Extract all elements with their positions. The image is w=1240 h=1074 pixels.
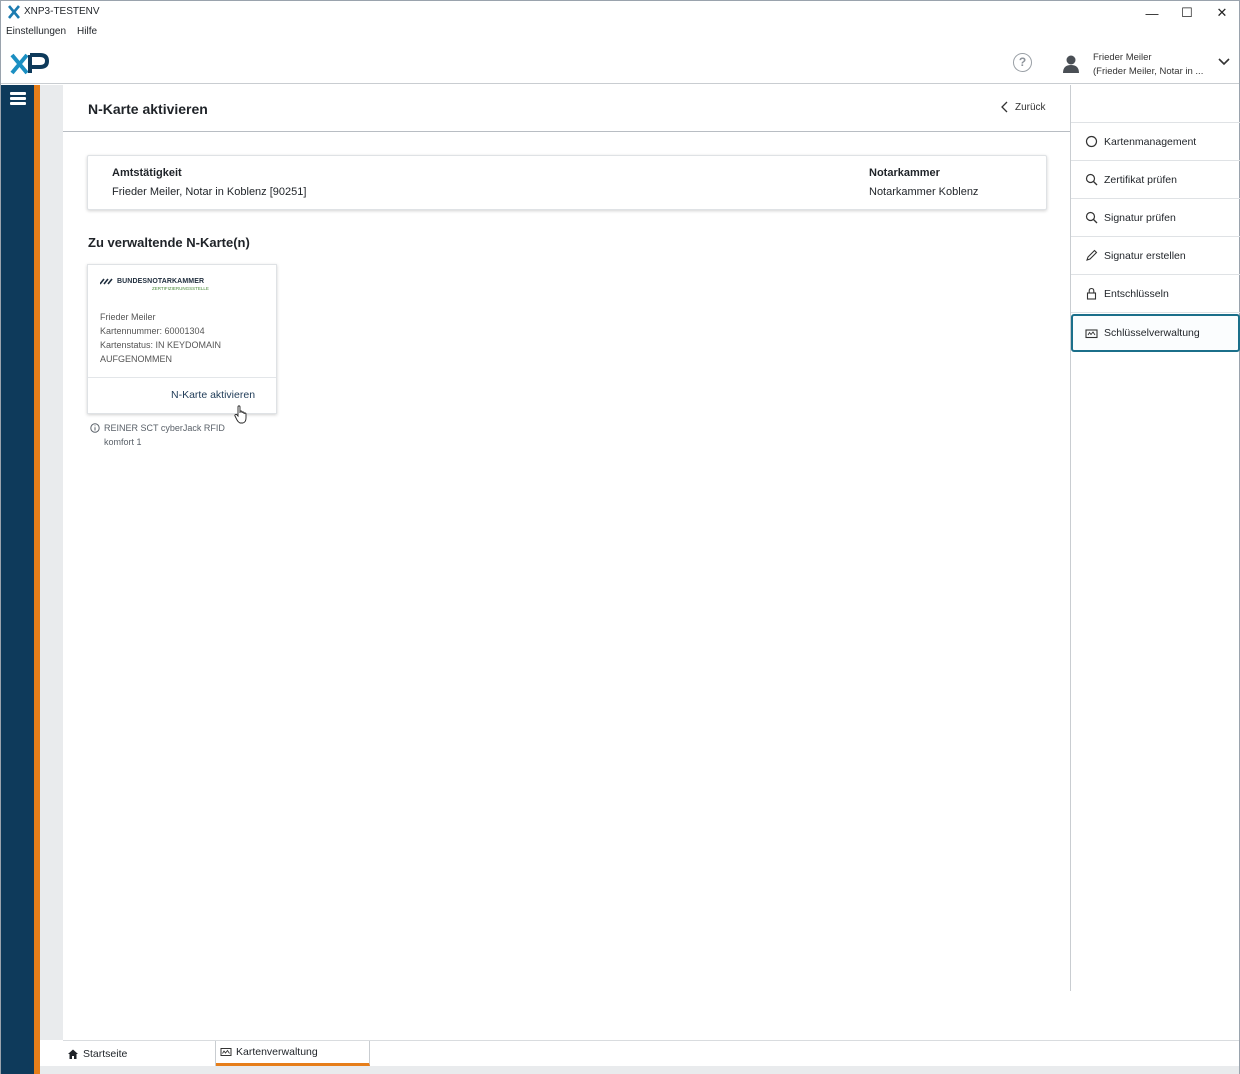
home-icon: [68, 1049, 78, 1059]
menu-einstellungen[interactable]: Einstellungen: [6, 26, 66, 37]
left-rail: [1, 85, 34, 1074]
tab-startseite[interactable]: Startseite: [63, 1041, 216, 1066]
chevron-down-icon[interactable]: [1217, 57, 1231, 67]
back-label: Zurück: [1015, 101, 1046, 113]
page-header: N-Karte aktivieren Zurück: [63, 85, 1070, 132]
user-subtitle: (Frieder Meiler, Notar in ...: [1093, 66, 1204, 77]
n-card: BUNDESNOTARKAMMER ZERTIFIZIERUNGSSTELLE …: [87, 264, 277, 414]
page-title: N-Karte aktivieren: [88, 101, 208, 117]
bundesnotarkammer-logo: BUNDESNOTARKAMMER: [100, 278, 204, 285]
nav-signatur-pruefen[interactable]: Signatur prüfen: [1071, 199, 1240, 237]
hamburger-menu-icon[interactable]: [10, 92, 26, 106]
nav-signatur-erstellen[interactable]: Signatur erstellen: [1071, 237, 1240, 275]
card-holder: Frieder Meiler: [100, 312, 156, 322]
window-title: XNP3-TESTENV: [24, 6, 100, 17]
nav-schluesselverwaltung[interactable]: Schlüsselverwaltung: [1071, 314, 1240, 352]
search-icon: [1085, 173, 1098, 186]
amt-label: Amtstätigkeit: [112, 167, 182, 179]
bnk-subtitle: ZERTIFIZIERUNGSSTELLE: [152, 286, 209, 291]
kammer-value: Notarkammer Koblenz: [869, 186, 979, 198]
user-name: Frieder Meiler: [1093, 52, 1152, 63]
back-button[interactable]: Zurück: [1001, 101, 1046, 113]
menu-bar: Einstellungen Hilfe: [1, 26, 103, 42]
bnk-stripes-icon: [100, 278, 113, 285]
card-icon: [220, 1048, 232, 1056]
minimize-button[interactable]: —: [1134, 1, 1170, 25]
nav-entschluesseln[interactable]: Entschlüsseln: [1071, 275, 1240, 313]
nav-kartenmanagement[interactable]: Kartenmanagement: [1071, 123, 1240, 161]
activate-card-button[interactable]: N-Karte aktivieren: [171, 389, 255, 401]
info-icon: [90, 423, 100, 433]
kammer-label: Notarkammer: [869, 167, 940, 179]
search-icon: [1085, 211, 1098, 224]
card-icon: [1085, 328, 1098, 338]
card-divider: [88, 377, 276, 378]
card-status: Kartenstatus: IN KEYDOMAIN: [100, 340, 222, 350]
maximize-button[interactable]: ☐: [1169, 1, 1205, 25]
help-icon[interactable]: ?: [1013, 53, 1032, 72]
pen-icon: [1086, 249, 1098, 261]
menu-hilfe[interactable]: Hilfe: [77, 26, 97, 37]
right-nav-panel: Kartenmanagement Zertifikat prüfen Signa…: [1070, 85, 1240, 991]
title-bar: XNP3-TESTENV — ☐ ✕: [1, 1, 1239, 25]
lock-icon: [1086, 287, 1097, 300]
close-button[interactable]: ✕: [1204, 1, 1240, 25]
section-title: Zu verwaltende N-Karte(n): [88, 235, 250, 250]
card-reader-info: REINER SCT cyberJack RFID komfort 1: [90, 421, 225, 449]
card-details: Frieder Meiler Kartennummer: 60001304 Ka…: [100, 310, 221, 366]
office-info-card: Amtstätigkeit Frieder Meiler, Notar in K…: [87, 155, 1047, 210]
card-number: Kartennummer: 60001304: [100, 326, 205, 336]
rail-gutter: [40, 85, 63, 1040]
tab-kartenverwaltung[interactable]: Kartenverwaltung: [216, 1041, 370, 1066]
nav-zertifikat-pruefen[interactable]: Zertifikat prüfen: [1071, 161, 1240, 199]
app-header: ? Frieder Meiler (Frieder Meiler, Notar …: [1, 43, 1239, 84]
user-info[interactable]: Frieder Meiler (Frieder Meiler, Notar in…: [1093, 51, 1203, 79]
bottom-edge: [40, 1066, 1239, 1074]
xp-logo: [10, 53, 50, 75]
user-avatar-icon[interactable]: [1062, 54, 1080, 74]
app-logo-icon: [8, 5, 20, 19]
bottom-tab-bar: Startseite Kartenverwaltung: [63, 1040, 1239, 1066]
chevron-left-icon: [1001, 101, 1008, 113]
amt-value: Frieder Meiler, Notar in Koblenz [90251]: [112, 186, 307, 198]
card-status-cont: AUFGENOMMEN: [100, 354, 172, 364]
circle-icon: [1085, 135, 1098, 148]
right-nav-spacer: [1071, 85, 1240, 123]
hand-cursor-icon: [234, 405, 247, 424]
reader-name: REINER SCT cyberJack RFID: [104, 423, 225, 433]
reader-name-cont: komfort 1: [104, 437, 142, 447]
